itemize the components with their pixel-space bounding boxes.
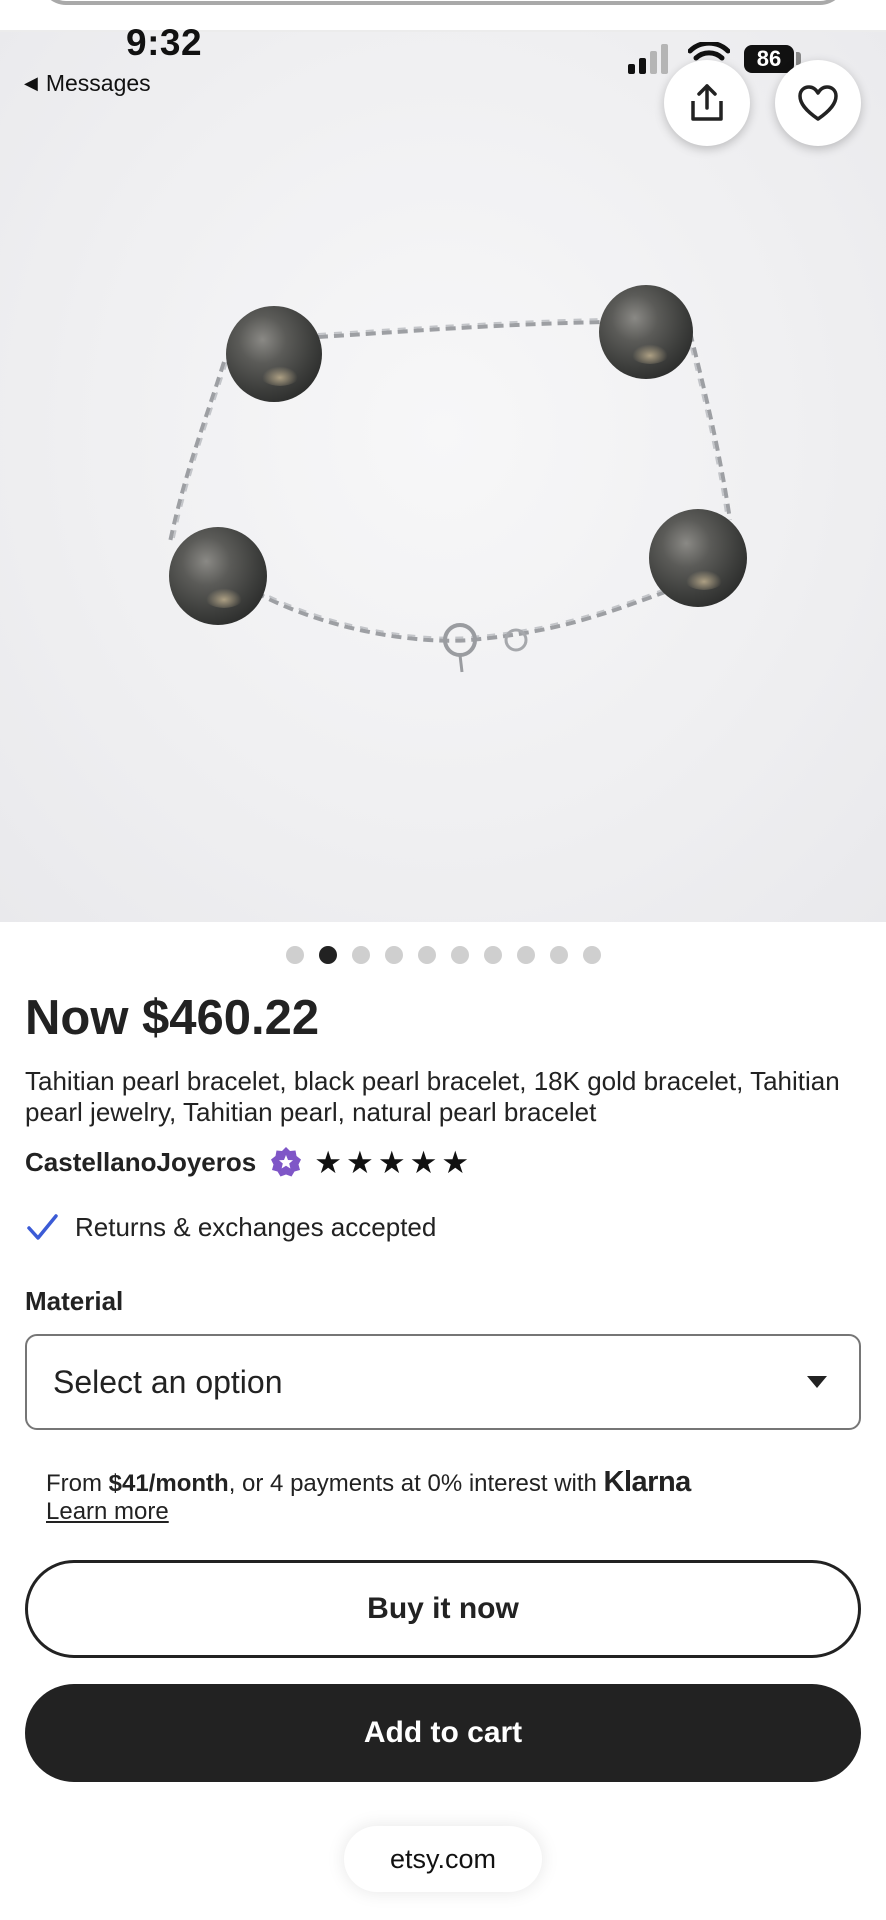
- add-to-cart-button[interactable]: Add to cart: [25, 1684, 861, 1782]
- product-title: Tahitian pearl bracelet, black pearl bra…: [25, 1066, 840, 1127]
- klarna-logo: Klarna: [603, 1466, 692, 1498]
- share-button[interactable]: [664, 60, 750, 146]
- buy-it-now-button[interactable]: Buy it now: [25, 1560, 861, 1658]
- star-seller-badge-icon: [271, 1147, 302, 1177]
- battery-level: 86: [744, 45, 794, 73]
- status-time: 9:32: [126, 22, 203, 63]
- url-bar-remnant: [40, 0, 846, 5]
- browser-domain-pill[interactable]: etsy.com: [344, 1826, 542, 1892]
- star-icon: ★: [377, 1144, 406, 1180]
- financing-prefix: From: [46, 1470, 109, 1497]
- back-triangle-icon: ◀: [24, 73, 38, 93]
- shop-name-link[interactable]: CastellanoJoyeros: [25, 1147, 256, 1178]
- klarna-financing-text: From $41/month, or 4 payments at 0% inte…: [46, 1466, 691, 1500]
- financing-suffix: , or 4 payments at 0% interest with: [228, 1470, 604, 1497]
- financing-amount: $41/month: [108, 1470, 229, 1497]
- material-label: Material: [25, 1286, 124, 1316]
- cellular-signal-icon: [628, 44, 668, 74]
- carousel-dot[interactable]: [484, 946, 502, 964]
- carousel-dot-active[interactable]: [319, 946, 337, 964]
- back-to-messages[interactable]: ◀ Messages: [24, 70, 151, 97]
- carousel-dot[interactable]: [451, 946, 469, 964]
- rating-stars[interactable]: ★ ★ ★ ★ ★: [314, 1147, 469, 1178]
- carousel-dot[interactable]: [286, 946, 304, 964]
- back-label: Messages: [45, 70, 151, 96]
- material-select[interactable]: Select an option: [25, 1334, 861, 1430]
- star-icon: ★: [441, 1144, 470, 1180]
- carousel-dot[interactable]: [418, 946, 436, 964]
- carousel-dot[interactable]: [517, 946, 535, 964]
- product-price: Now $460.22: [25, 991, 320, 1045]
- star-icon: ★: [409, 1144, 438, 1180]
- pearl-bracelet-photo: [168, 285, 747, 673]
- carousel-indicator[interactable]: [286, 946, 601, 964]
- material-select-value: Select an option: [53, 1363, 283, 1400]
- star-icon: ★: [314, 1144, 343, 1180]
- returns-policy: Returns & exchanges accepted: [25, 1210, 436, 1244]
- favorite-button[interactable]: [775, 60, 861, 146]
- caret-down-icon: [807, 1376, 827, 1388]
- check-icon: [27, 1214, 58, 1240]
- learn-more-link[interactable]: Learn more: [46, 1498, 169, 1526]
- star-icon: ★: [346, 1144, 374, 1180]
- product-image[interactable]: [0, 32, 886, 922]
- shop-row[interactable]: CastellanoJoyeros ★ ★ ★ ★ ★: [25, 1146, 469, 1178]
- carousel-dot[interactable]: [550, 946, 568, 964]
- share-icon: [691, 84, 723, 121]
- carousel-dot[interactable]: [352, 946, 370, 964]
- returns-text: Returns & exchanges accepted: [75, 1211, 437, 1242]
- carousel-dot[interactable]: [385, 946, 403, 964]
- carousel-dot[interactable]: [583, 946, 601, 964]
- heart-icon: [798, 85, 838, 121]
